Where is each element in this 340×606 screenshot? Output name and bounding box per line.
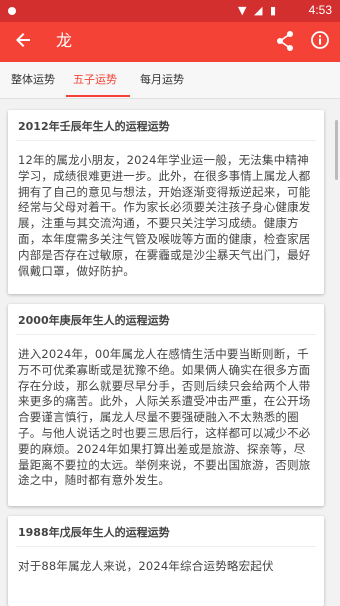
- status-icons: ▼ ◢ ▮: [238, 4, 278, 17]
- scrollbar[interactable]: [335, 120, 338, 180]
- tab-monthly[interactable]: 每月运势: [140, 62, 184, 98]
- page-title: 龙: [56, 31, 73, 50]
- app-bar: 龙: [0, 22, 340, 62]
- notification-dot-icon: [8, 7, 16, 15]
- card-title: 1988年戊辰年生人的运程运势: [18, 526, 170, 539]
- arrow-back-icon[interactable]: [14, 31, 32, 54]
- fortune-card: 2000年庚辰年生人的运程运势 进入2024年，00年属龙人在感情生活中要当断则…: [8, 304, 324, 506]
- tab-bar: 整体运势 五子运势 每月运势: [0, 62, 340, 99]
- fortune-card: 2012年壬辰年生人的运程运势 12年的属龙小朋友，2024年学业运一般，无法集…: [8, 110, 324, 294]
- card-body: 进入2024年，00年属龙人在感情生活中要当断则断，千万不可优柔寡断或是犹豫不绝…: [18, 347, 311, 488]
- active-tab-indicator: [66, 95, 130, 97]
- share-icon[interactable]: [274, 29, 296, 53]
- status-bar: ▼ ◢ ▮ 4:53: [0, 0, 340, 22]
- status-time: 4:53: [308, 3, 332, 17]
- info-icon[interactable]: [310, 30, 330, 50]
- fortune-card: 1988年戊辰年生人的运程运势 对于88年属龙人来说，2024年综合运势略宏起伏: [8, 516, 324, 606]
- card-title: 2012年壬辰年生人的运程运势: [18, 120, 170, 133]
- card-title: 2000年庚辰年生人的运程运势: [18, 314, 170, 327]
- tab-five-sons[interactable]: 五子运势: [73, 62, 117, 98]
- card-body: 12年的属龙小朋友，2024年学业运一般，无法集中精神学习，成绩很难更进一步。此…: [18, 153, 311, 278]
- tab-overall[interactable]: 整体运势: [11, 62, 55, 98]
- card-body: 对于88年属龙人来说，2024年综合运势略宏起伏: [18, 559, 274, 573]
